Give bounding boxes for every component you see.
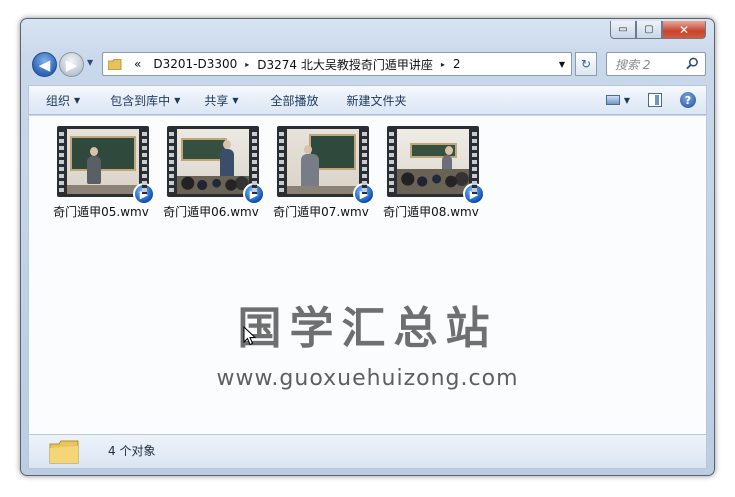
breadcrumb-separator-icon[interactable]: ▸ xyxy=(439,60,447,69)
breadcrumb-overflow[interactable]: « xyxy=(128,57,147,71)
share-label: 共享 xyxy=(204,93,229,108)
refresh-button[interactable]: ↻ xyxy=(575,52,597,76)
view-options-chevron-icon[interactable]: ▼ xyxy=(624,96,630,105)
chevron-down-icon: ▼ xyxy=(232,95,239,105)
include-in-library-menu[interactable]: 包含到库中 ▼ xyxy=(92,92,192,109)
details-pane: 4 个对象 xyxy=(28,434,707,469)
preview-pane-icon[interactable] xyxy=(648,93,662,107)
file-item[interactable]: ▶ 奇门遁甲08.wmv xyxy=(376,126,486,220)
file-item[interactable]: ▶ 奇门遁甲07.wmv xyxy=(266,126,376,220)
thumbnail-grid: ▶ 奇门遁甲05.wmv ▶ 奇门遁甲06.wmv ▶ 奇门遁甲07.wmv ▶… xyxy=(46,126,486,220)
organize-label: 组织 xyxy=(46,93,71,108)
address-bar[interactable]: « D3201-D3300 ▸ D3274 北大吴教授奇门遁甲讲座 ▸ 2 ▼ xyxy=(102,52,572,76)
file-name: 奇门遁甲08.wmv xyxy=(383,205,479,219)
video-thumbnail: ▶ xyxy=(57,126,155,205)
file-name: 奇门遁甲07.wmv xyxy=(273,205,369,219)
item-count: 4 个对象 xyxy=(108,444,156,458)
address-dropdown-icon[interactable]: ▼ xyxy=(559,60,565,69)
search-placeholder: 搜索 2 xyxy=(615,57,651,72)
file-list[interactable]: ▶ 奇门遁甲05.wmv ▶ 奇门遁甲06.wmv ▶ 奇门遁甲07.wmv ▶… xyxy=(28,116,707,434)
chevron-down-icon: ▼ xyxy=(174,95,181,105)
maximize-button[interactable]: ▢ xyxy=(636,21,662,39)
breadcrumb-item[interactable]: D3201-D3300 xyxy=(147,57,243,71)
mouse-cursor-icon xyxy=(243,326,257,346)
file-name: 奇门遁甲05.wmv xyxy=(53,205,149,219)
media-player-icon: ▶ xyxy=(463,183,485,205)
watermark-url: www.guoxuehuizong.com xyxy=(216,366,519,391)
chevron-down-icon: ▼ xyxy=(74,95,81,105)
breadcrumb-separator-icon[interactable]: ▸ xyxy=(243,60,251,69)
view-controls: ▼ ? xyxy=(605,92,696,108)
watermark-title: 国学汇总站 xyxy=(237,303,498,354)
share-menu[interactable]: 共享 ▼ xyxy=(192,92,250,109)
file-item[interactable]: ▶ 奇门遁甲06.wmv xyxy=(156,126,266,220)
media-player-icon: ▶ xyxy=(243,183,265,205)
close-button[interactable]: ✕ xyxy=(662,21,706,39)
minimize-button[interactable]: ▭ xyxy=(610,21,636,39)
video-thumbnail: ▶ xyxy=(167,126,265,205)
change-view-icon[interactable] xyxy=(605,95,620,105)
new-folder-button[interactable]: 新建文件夹 xyxy=(331,92,419,109)
organize-menu[interactable]: 组织 ▼ xyxy=(29,92,92,109)
new-folder-label: 新建文件夹 xyxy=(346,93,407,108)
breadcrumb-item[interactable]: D3274 北大吴教授奇门遁甲讲座 xyxy=(251,56,439,73)
navigation-bar: ◀ ▶ ▼ « D3201-D3300 ▸ D3274 北大吴教授奇门遁甲讲座 … xyxy=(29,49,706,79)
explorer-window: ▭ ▢ ✕ ◀ ▶ ▼ « D3201-D3300 ▸ D3274 北大吴教授奇… xyxy=(20,18,715,476)
caption-buttons: ▭ ▢ ✕ xyxy=(610,21,706,41)
forward-button[interactable]: ▶ xyxy=(59,52,84,77)
play-all-label: 全部播放 xyxy=(270,93,319,108)
search-input[interactable]: 搜索 2 xyxy=(606,52,706,76)
video-thumbnail: ▶ xyxy=(387,126,485,205)
folder-icon xyxy=(108,58,122,70)
file-item[interactable]: ▶ 奇门遁甲05.wmv xyxy=(46,126,156,220)
video-thumbnail: ▶ xyxy=(277,126,375,205)
search-icon[interactable] xyxy=(686,57,699,70)
include-in-library-label: 包含到库中 xyxy=(110,93,171,108)
folder-icon xyxy=(49,440,79,464)
media-player-icon: ▶ xyxy=(133,183,155,205)
recent-pages-button[interactable]: ▼ xyxy=(87,58,97,70)
breadcrumb-item[interactable]: 2 xyxy=(447,57,467,71)
command-bar: 组织 ▼ 包含到库中 ▼ 共享 ▼ 全部播放 新建文件夹 ▼ ? xyxy=(28,85,707,115)
help-icon[interactable]: ? xyxy=(680,92,696,108)
back-button[interactable]: ◀ xyxy=(32,52,57,77)
file-name: 奇门遁甲06.wmv xyxy=(163,205,259,219)
media-player-icon: ▶ xyxy=(353,183,375,205)
play-all-button[interactable]: 全部播放 xyxy=(251,92,331,109)
